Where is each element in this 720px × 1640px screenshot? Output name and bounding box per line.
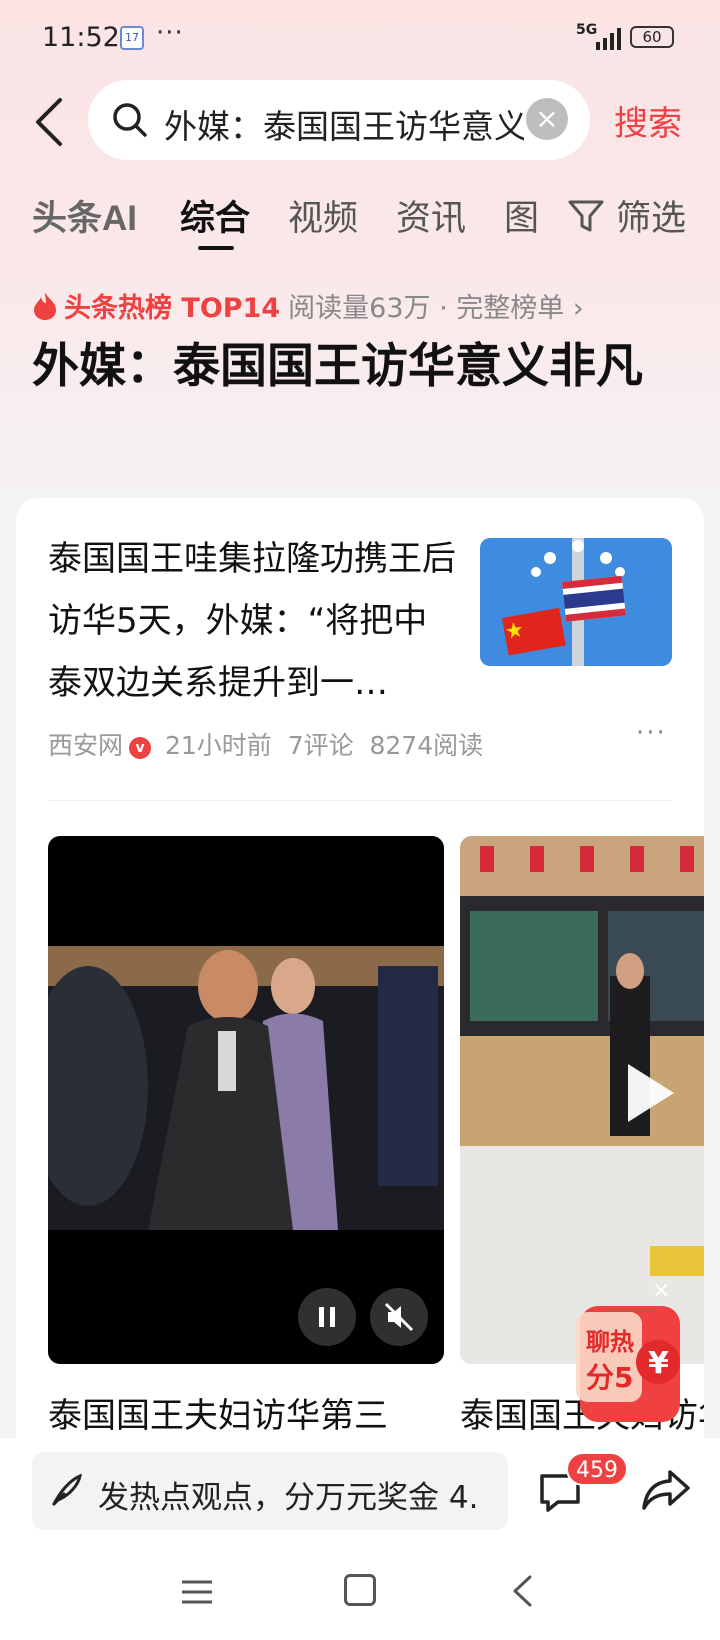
tab-images[interactable]: 图 [504,190,539,241]
video-frame [48,946,444,1230]
video-title[interactable]: 泰国国王夫妇访华第三 [48,1388,388,1437]
promo-text: 聊热 [586,1328,634,1356]
page-title: 外媒：泰国国王访华意义非凡 [32,339,643,394]
yuan-icon: ¥ [648,1346,669,1381]
tab-filter[interactable]: 筛选 [616,190,686,241]
hot-ranking-line[interactable]: 头条热榜 TOP14 阅读量63万 · 完整榜单 › [32,286,584,325]
divider [48,800,672,801]
article-time: 21小时前 [164,731,272,760]
signal-icon [596,28,621,50]
tab-toutiao-ai[interactable]: 头条AI [32,190,137,241]
more-notifications-icon: ··· [156,18,184,48]
verified-icon: v [129,737,152,759]
article-source[interactable]: 西安网 [48,731,123,760]
pause-icon [319,1307,335,1327]
status-bar: 11:52 17 ··· 5G 60 [0,0,720,76]
pen-icon [52,1473,83,1506]
system-nav-bar [0,1538,720,1640]
play-icon [628,1064,674,1122]
status-time: 11:52 [42,22,120,53]
search-button[interactable]: 搜索 [614,96,682,145]
share-icon[interactable] [640,1466,692,1514]
mute-button[interactable] [370,1288,428,1346]
article-reads: 8274阅读 [369,731,484,760]
clear-icon[interactable]: × [526,98,568,140]
comment-input[interactable]: 发热点观点，分万元奖金 4. [32,1452,508,1530]
article-title[interactable]: 泰国国王哇集拉隆功携王后访华5天，外媒：“将把中泰双边关系提升到一… [48,528,458,714]
promo-text: 分5 [586,1361,634,1394]
search-icon [113,103,147,137]
home-icon[interactable] [344,1574,376,1606]
mute-icon [384,1302,414,1332]
filter-icon[interactable] [566,198,606,234]
bottom-action-bar: 发热点观点，分万元奖金 4. 459 [0,1438,720,1538]
tab-news[interactable]: 资讯 [396,190,466,241]
hot-read-count[interactable]: 阅读量63万 · 完整榜单 › [288,293,583,324]
battery-icon: 60 [630,26,674,48]
tab-all[interactable]: 综合 [180,190,250,241]
flame-icon [34,292,56,320]
more-options-icon[interactable]: ··· [636,718,667,748]
video-player[interactable] [48,836,444,1364]
hot-rank-label: 头条热榜 TOP14 [64,293,281,324]
promo-redpacket[interactable]: 聊热 分5 ¥ [576,1298,686,1426]
network-type: 5G [576,22,598,38]
article-comments: 7评论 [287,731,354,760]
active-tab-indicator [198,246,234,250]
calendar-icon: 17 [120,26,144,50]
menu-icon[interactable] [180,1578,214,1606]
comment-placeholder: 发热点观点，分万元奖金 4. [98,1480,479,1516]
search-query[interactable]: 外媒：泰国国王访华意义非凡 [164,100,524,148]
article-thumbnail[interactable] [480,538,672,666]
search-input[interactable]: 外媒：泰国国王访华意义非凡 × [88,80,590,160]
tab-video[interactable]: 视频 [288,190,358,241]
tab-bar: 头条AI 综合 视频 资讯 图 筛选 [0,184,720,254]
pause-button[interactable] [298,1288,356,1346]
article-meta: 西安网 v 21小时前 7评论 8274阅读 [48,726,483,762]
close-icon[interactable]: × [652,1278,670,1303]
comment-count-badge: 459 [566,1452,628,1486]
back-icon[interactable] [30,94,70,150]
nav-back-icon[interactable] [510,1574,534,1608]
